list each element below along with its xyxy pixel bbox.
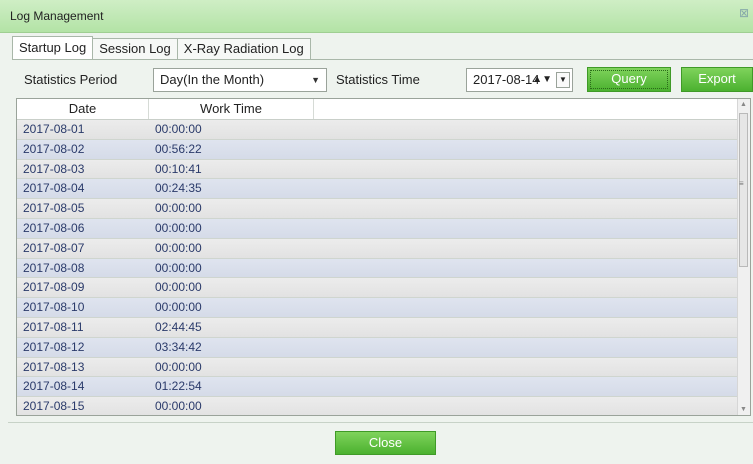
date-cell: 2017-08-14 <box>23 379 85 394</box>
date-cell: 2017-08-09 <box>23 280 85 295</box>
table-row[interactable]: 2017-08-01 00:00:00 <box>17 120 750 140</box>
table-row[interactable]: 2017-08-10 00:00:00 <box>17 298 750 318</box>
work-time-cell: 00:00:00 <box>155 201 202 216</box>
table-header: Date Work Time <box>17 99 750 120</box>
scroll-down-icon[interactable]: ▼ <box>740 406 747 413</box>
statistics-time-field[interactable]: 2017-08-14 ▲▼ ▼ <box>466 68 573 92</box>
work-time-cell: 00:00:00 <box>155 240 202 255</box>
table-row[interactable]: 2017-08-07 00:00:00 <box>17 238 750 259</box>
date-cell: 2017-08-06 <box>23 220 85 235</box>
scroll-up-icon[interactable]: ▲ <box>740 101 747 108</box>
statistics-time-value: 2017-08-14 <box>473 72 540 87</box>
table-row[interactable]: 2017-08-08 00:00:00 <box>17 258 750 279</box>
column-header-filler <box>314 99 750 119</box>
work-time-cell: 00:00:00 <box>155 260 202 275</box>
table-row[interactable]: 2017-08-13 00:00:00 <box>17 357 750 378</box>
work-time-cell: 01:22:54 <box>155 379 202 394</box>
log-management-window: Log Management ⊠ Startup Log Session Log… <box>0 0 753 464</box>
table-row[interactable]: 2017-08-06 00:00:00 <box>17 218 750 239</box>
close-button[interactable]: Close <box>335 431 436 455</box>
footer-divider <box>8 422 753 423</box>
statistics-period-label: Statistics Period <box>24 72 118 87</box>
statistics-period-select[interactable]: Day(In the Month) ▼ <box>153 68 327 92</box>
table-row[interactable]: 2017-08-15 00:00:00 <box>17 397 750 415</box>
window-title: Log Management <box>10 9 104 23</box>
work-time-cell: 02:44:45 <box>155 319 202 334</box>
work-time-cell: 00:24:35 <box>155 181 202 196</box>
column-header-date[interactable]: Date <box>17 99 149 119</box>
work-time-cell: 00:00:00 <box>155 300 202 315</box>
tab-startup-log[interactable]: Startup Log <box>12 36 94 59</box>
date-cell: 2017-08-15 <box>23 399 85 414</box>
tab-xray-radiation-log[interactable]: X-Ray Radiation Log <box>176 38 311 59</box>
date-cell: 2017-08-05 <box>23 201 85 216</box>
spin-arrows-icon[interactable]: ▲▼ <box>532 69 552 91</box>
vertical-scrollbar[interactable]: ▲ ≡ ▼ <box>737 99 750 415</box>
date-cell: 2017-08-02 <box>23 141 85 156</box>
title-bar: Log Management ⊠ <box>0 0 753 33</box>
date-cell: 2017-08-10 <box>23 300 85 315</box>
query-button[interactable]: Query <box>587 67 671 92</box>
startup-log-table: Date Work Time 2017-08-01 00:00:00 2017-08… <box>16 98 751 416</box>
work-time-cell: 00:00:00 <box>155 220 202 235</box>
column-header-work-time[interactable]: Work Time <box>149 99 314 119</box>
table-row[interactable]: 2017-08-09 00:00:00 <box>17 278 750 299</box>
grip-icon: ≡ <box>739 179 744 188</box>
date-cell: 2017-08-04 <box>23 181 85 196</box>
date-cell: 2017-08-08 <box>23 260 85 275</box>
date-cell: 2017-08-12 <box>23 339 85 354</box>
table-body: 2017-08-01 00:00:00 2017-08-02 00:56:22 2017… <box>17 120 750 415</box>
table-row[interactable]: 2017-08-05 00:00:00 <box>17 199 750 219</box>
date-cell: 2017-08-03 <box>23 161 85 176</box>
date-cell: 2017-08-07 <box>23 240 85 255</box>
work-time-cell: 00:00:00 <box>155 399 202 414</box>
table-row[interactable]: 2017-08-11 02:44:45 <box>17 317 750 338</box>
table-row[interactable]: 2017-08-14 01:22:54 <box>17 377 750 398</box>
work-time-cell: 00:00:00 <box>155 280 202 295</box>
log-tabs: Startup Log Session Log X-Ray Radiation … <box>12 36 311 60</box>
work-time-cell: 00:56:22 <box>155 141 202 156</box>
export-button[interactable]: Export <box>681 67 753 92</box>
table-row[interactable]: 2017-08-02 00:56:22 <box>17 139 750 160</box>
work-time-cell: 03:34:42 <box>155 339 202 354</box>
table-row[interactable]: 2017-08-12 03:34:42 <box>17 337 750 358</box>
date-cell: 2017-08-11 <box>23 319 84 334</box>
table-row[interactable]: 2017-08-04 00:24:35 <box>17 179 750 200</box>
statistics-time-label: Statistics Time <box>336 72 420 87</box>
chevron-down-icon: ▼ <box>311 75 320 85</box>
scroll-thumb[interactable] <box>739 113 748 267</box>
work-time-cell: 00:10:41 <box>155 161 202 176</box>
tab-session-log[interactable]: Session Log <box>92 38 178 59</box>
work-time-cell: 00:00:00 <box>155 359 202 374</box>
work-time-cell: 00:00:00 <box>155 122 202 136</box>
table-row[interactable]: 2017-08-03 00:10:41 <box>17 159 750 180</box>
date-cell: 2017-08-13 <box>23 359 85 374</box>
date-cell: 2017-08-01 <box>23 122 85 136</box>
statistics-period-value: Day(In the Month) <box>160 72 265 87</box>
close-window-icon[interactable]: ⊠ <box>739 6 749 20</box>
date-dropdown-icon[interactable]: ▼ <box>556 72 570 88</box>
